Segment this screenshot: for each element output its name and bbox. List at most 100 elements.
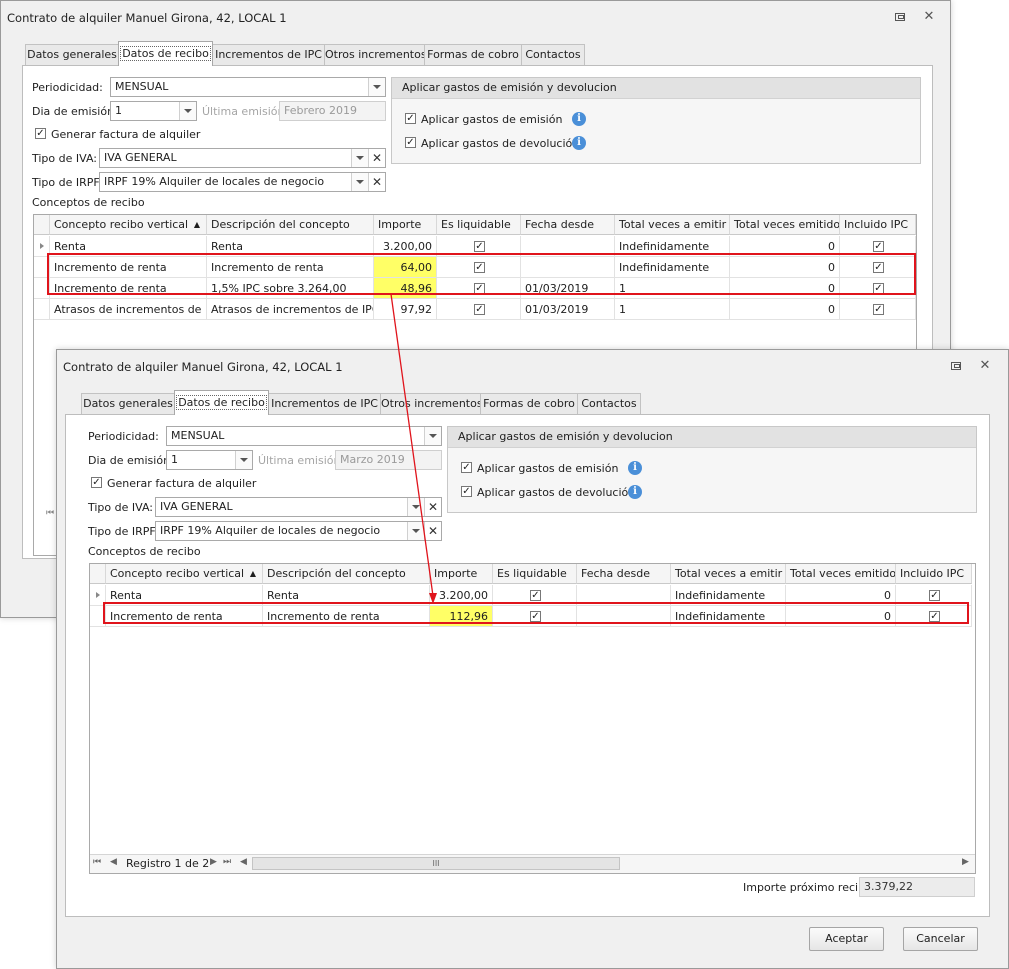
tab-contactos[interactable]: Contactos [521, 44, 585, 65]
row-indicator[interactable] [34, 257, 50, 278]
cell-incluido-ipc[interactable]: ✓ [840, 236, 916, 257]
tipo-irpf-select[interactable]: IRPF 19% Alquiler de locales de negocio … [99, 172, 386, 192]
cell-fecha[interactable] [521, 257, 615, 278]
gastos-devolucion-checkbox[interactable]: ✓ [461, 486, 472, 497]
cell-fecha[interactable] [577, 606, 671, 627]
cell-importe[interactable]: 3.200,00 [430, 585, 493, 606]
cell-total-emitir[interactable]: Indefinidamente [615, 236, 730, 257]
cell-liquidable[interactable]: ✓ [437, 236, 521, 257]
prev-record-icon[interactable]: ◀ [110, 857, 117, 867]
liquidable-checkbox[interactable]: ✓ [474, 283, 485, 294]
tab-incrementos-ipc[interactable]: Incrementos de IPC [212, 44, 325, 65]
last-record-icon[interactable]: ⏭ [223, 857, 231, 867]
cell-total-emitir[interactable]: Indefinidamente [615, 257, 730, 278]
scroll-right-icon[interactable]: ▶ [962, 857, 969, 867]
tab-formas-cobro[interactable]: Formas de cobro [424, 44, 522, 65]
chevron-down-icon[interactable] [407, 522, 424, 540]
chevron-down-icon[interactable] [235, 451, 252, 469]
cell-concepto[interactable]: Renta [106, 585, 263, 606]
cell-importe-highlighted[interactable]: 64,00 [374, 257, 437, 278]
cell-descripcion[interactable]: Renta [207, 236, 374, 257]
incluido-ipc-checkbox[interactable]: ✓ [929, 590, 940, 601]
incluido-ipc-checkbox[interactable]: ✓ [873, 283, 884, 294]
col-header-concepto[interactable]: Concepto recibo vertical ▲ [50, 215, 207, 235]
cell-total-emitido[interactable]: 0 [730, 299, 840, 320]
col-header-fecha[interactable]: Fecha desde [521, 215, 615, 235]
cell-fecha[interactable] [577, 585, 671, 606]
clear-icon[interactable]: ✕ [424, 498, 441, 516]
generar-factura-checkbox[interactable]: ✓ [91, 477, 102, 488]
cell-importe-highlighted[interactable]: 112,96 [430, 606, 493, 627]
tipo-irpf-select[interactable]: IRPF 19% Alquiler de locales de negocio … [155, 521, 442, 541]
restore-icon[interactable] [951, 362, 961, 370]
cell-total-emitir[interactable]: 1 [615, 299, 730, 320]
tab-formas-cobro[interactable]: Formas de cobro [480, 393, 578, 414]
scroll-left-icon[interactable]: ◀ [240, 857, 247, 867]
tipo-iva-select[interactable]: IVA GENERAL ✕ [155, 497, 442, 517]
col-header-liquidable[interactable]: Es liquidable [493, 564, 577, 584]
gastos-emision-checkbox[interactable]: ✓ [461, 462, 472, 473]
cell-total-emitido[interactable]: 0 [730, 278, 840, 299]
cell-incluido-ipc[interactable]: ✓ [896, 606, 972, 627]
incluido-ipc-checkbox[interactable]: ✓ [873, 241, 884, 252]
periodicidad-select[interactable]: MENSUAL [110, 77, 386, 97]
tipo-iva-select[interactable]: IVA GENERAL ✕ [99, 148, 386, 168]
chevron-down-icon[interactable] [424, 427, 441, 445]
periodicidad-select[interactable]: MENSUAL [166, 426, 442, 446]
cell-liquidable[interactable]: ✓ [493, 606, 577, 627]
cell-incluido-ipc[interactable]: ✓ [840, 278, 916, 299]
col-header-incluido-ipc[interactable]: Incluido IPC [896, 564, 972, 584]
back-navigator-first-icon[interactable]: ⏮ [46, 508, 54, 518]
cell-incluido-ipc[interactable]: ✓ [896, 585, 972, 606]
cell-incluido-ipc[interactable]: ✓ [840, 257, 916, 278]
row-indicator[interactable] [90, 606, 106, 627]
cancelar-button[interactable]: Cancelar [903, 927, 978, 951]
cell-fecha[interactable]: 01/03/2019 [521, 299, 615, 320]
close-icon[interactable]: ✕ [923, 10, 935, 23]
row-indicator[interactable] [34, 299, 50, 320]
liquidable-checkbox[interactable]: ✓ [474, 304, 485, 315]
cell-fecha[interactable] [521, 236, 615, 257]
tab-contactos[interactable]: Contactos [577, 393, 641, 414]
cell-fecha[interactable]: 01/03/2019 [521, 278, 615, 299]
col-header-descripcion[interactable]: Descripción del concepto [263, 564, 430, 584]
cell-total-emitido[interactable]: 0 [786, 606, 896, 627]
cell-total-emitir[interactable]: Indefinidamente [671, 606, 786, 627]
col-header-total-emitir[interactable]: Total veces a emitir [615, 215, 730, 235]
cell-descripcion[interactable]: Renta [263, 585, 430, 606]
cell-liquidable[interactable]: ✓ [437, 278, 521, 299]
col-header-liquidable[interactable]: Es liquidable [437, 215, 521, 235]
cell-liquidable[interactable]: ✓ [437, 299, 521, 320]
cell-descripcion[interactable]: Atrasos de incrementos de IPC [207, 299, 374, 320]
gastos-emision-checkbox[interactable]: ✓ [405, 113, 416, 124]
tab-datos-generales[interactable]: Datos generales [25, 44, 119, 65]
row-indicator[interactable] [34, 236, 50, 257]
tab-datos-recibo[interactable]: Datos de recibo [174, 390, 269, 415]
aceptar-button[interactable]: Aceptar [809, 927, 884, 951]
info-icon[interactable]: i [572, 136, 586, 150]
cell-concepto[interactable]: Renta [50, 236, 207, 257]
cell-total-emitido[interactable]: 0 [730, 257, 840, 278]
cell-descripcion[interactable]: 1,5% IPC sobre 3.264,00 [207, 278, 374, 299]
info-icon[interactable]: i [628, 485, 642, 499]
row-indicator[interactable] [34, 278, 50, 299]
close-icon[interactable]: ✕ [979, 359, 991, 372]
cell-concepto[interactable]: Incremento de renta [50, 278, 207, 299]
incluido-ipc-checkbox[interactable]: ✓ [929, 611, 940, 622]
row-indicator[interactable] [90, 585, 106, 606]
col-header-total-emitido[interactable]: Total veces emitido [786, 564, 896, 584]
chevron-down-icon[interactable] [351, 149, 368, 167]
cell-total-emitir[interactable]: Indefinidamente [671, 585, 786, 606]
next-record-icon[interactable]: ▶ [210, 857, 217, 867]
chevron-down-icon[interactable] [407, 498, 424, 516]
col-header-concepto[interactable]: Concepto recibo vertical ▲ [106, 564, 263, 584]
clear-icon[interactable]: ✕ [368, 149, 385, 167]
liquidable-checkbox[interactable]: ✓ [474, 241, 485, 252]
col-header-importe[interactable]: Importe [374, 215, 437, 235]
info-icon[interactable]: i [572, 112, 586, 126]
col-header-descripcion[interactable]: Descripción del concepto [207, 215, 374, 235]
cell-descripcion[interactable]: Incremento de renta [263, 606, 430, 627]
tab-otros-incrementos[interactable]: Otros incrementos [380, 393, 483, 414]
clear-icon[interactable]: ✕ [368, 173, 385, 191]
cell-total-emitido[interactable]: 0 [786, 585, 896, 606]
